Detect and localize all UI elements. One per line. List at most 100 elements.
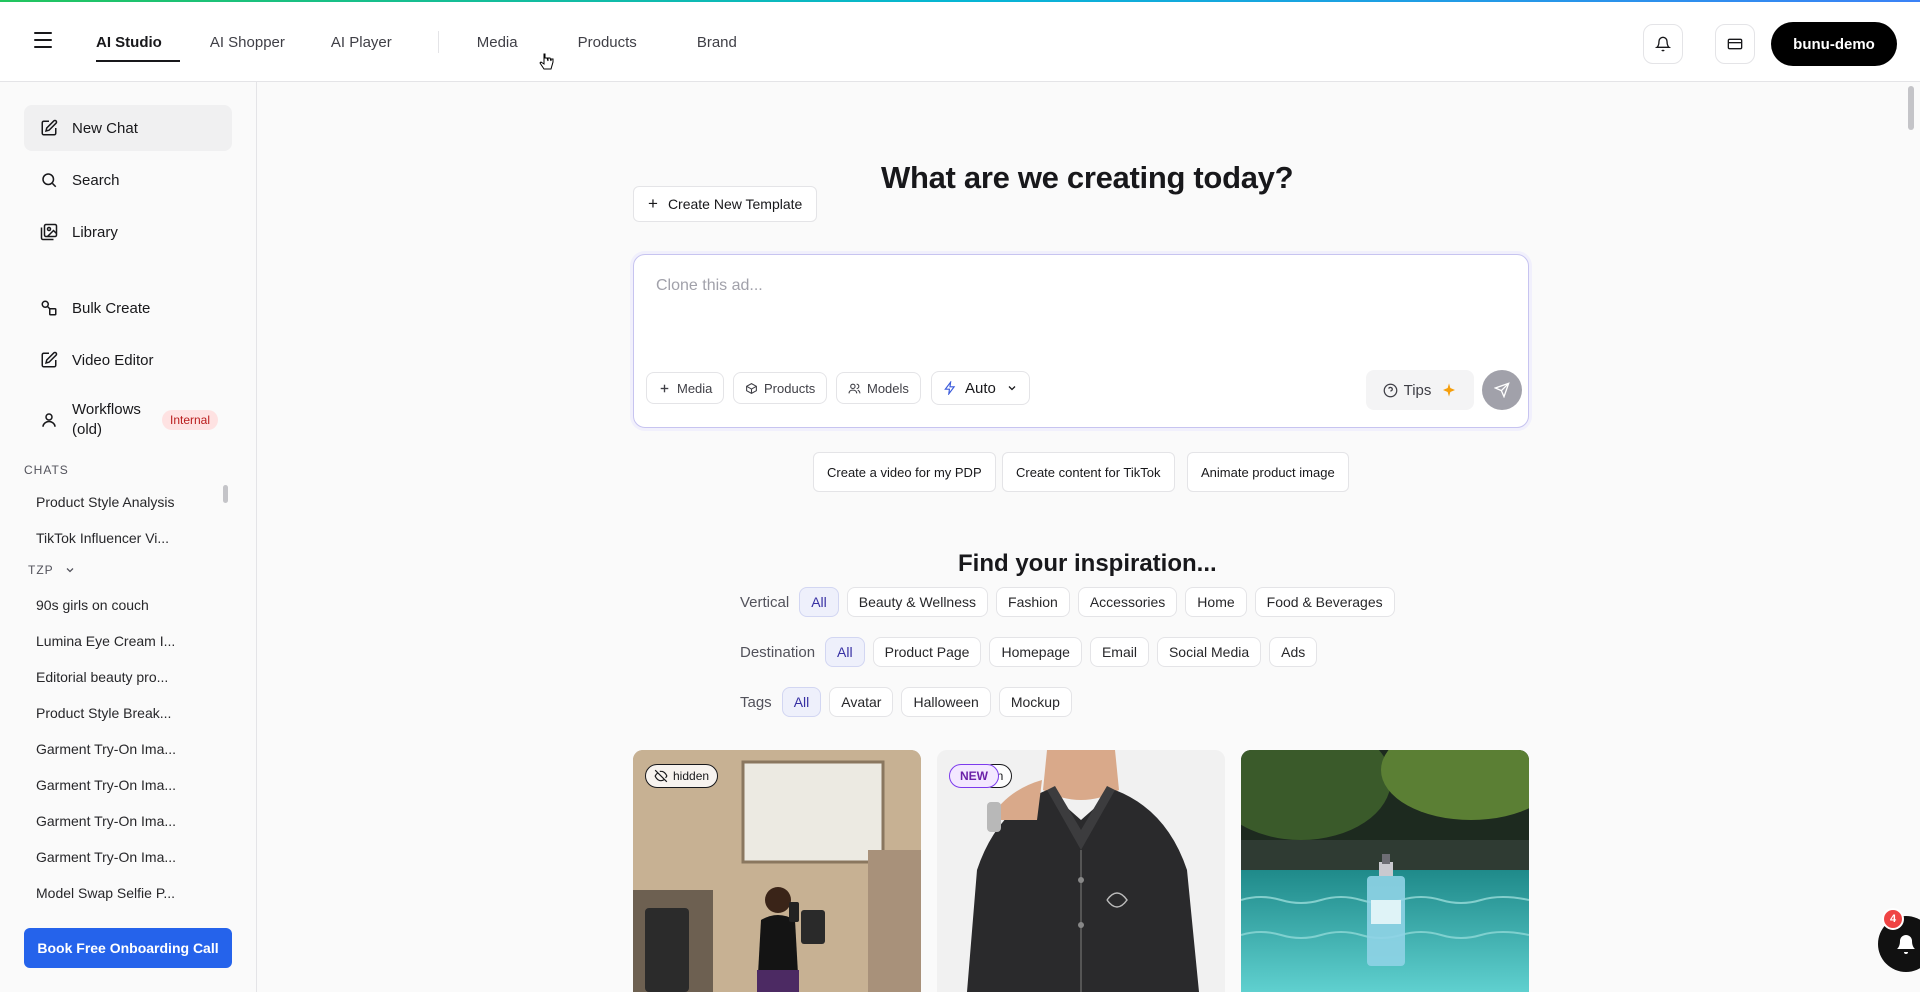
vertical-filter-fashion[interactable]: Fashion — [996, 587, 1070, 617]
send-icon — [1494, 382, 1510, 398]
mode-select[interactable]: Auto — [931, 371, 1030, 405]
tags-filter-avatar[interactable]: Avatar — [829, 687, 894, 717]
sidebar-scrollbar[interactable] — [223, 485, 228, 503]
destination-filter-ads[interactable]: Ads — [1269, 637, 1318, 667]
sparkle-icon — [1443, 383, 1456, 397]
sidebar-item-bulk-create[interactable]: Bulk Create — [24, 285, 232, 331]
group-toggle-tzp[interactable]: TZP — [28, 563, 76, 577]
sidebar-item-workflows[interactable]: Workflows (old) Internal — [24, 393, 232, 447]
mode-label: Auto — [965, 379, 996, 397]
sidebar-item-new-chat[interactable]: New Chat — [24, 105, 232, 151]
destination-filter-email[interactable]: Email — [1089, 637, 1149, 667]
chat-item[interactable]: Garment Try-On Ima... — [36, 849, 186, 865]
tips-button[interactable]: Tips — [1366, 370, 1474, 410]
nav-tab-ai-player[interactable]: AI Player — [313, 2, 410, 82]
inspiration-card[interactable]: en NEW — [937, 750, 1225, 992]
chevron-down-icon — [66, 568, 74, 573]
mouse-cursor-icon — [539, 53, 554, 70]
chat-item[interactable]: Editorial beauty pro... — [36, 669, 186, 685]
sidebar: New Chat Search Library Bulk Create Vide… — [0, 82, 257, 992]
credit-card-icon — [1727, 38, 1743, 50]
tags-filter-halloween[interactable]: Halloween — [901, 687, 991, 717]
add-media-chip[interactable]: Media — [646, 372, 725, 404]
filter-label: Destination — [740, 643, 816, 661]
create-template-label: Create New Template — [667, 196, 803, 212]
page-scrollbar[interactable] — [1908, 86, 1914, 130]
sidebar-item-video-editor[interactable]: Video Editor — [24, 337, 232, 383]
vertical-filter-home[interactable]: Home — [1185, 587, 1247, 617]
add-products-chip[interactable]: Products — [733, 372, 828, 404]
destination-filter-social-media[interactable]: Social Media — [1156, 637, 1262, 667]
inspiration-card[interactable]: hidden — [633, 750, 921, 992]
chat-item[interactable]: Garment Try-On Ima... — [36, 813, 186, 829]
bell-icon — [1897, 935, 1915, 954]
book-onboarding-call-button[interactable]: Book Free Onboarding Call — [24, 928, 232, 968]
vertical-filter-all[interactable]: All — [799, 587, 839, 617]
chat-item[interactable]: Model Swap Selfie P... — [36, 885, 186, 901]
sidebar-item-label: Workflows (old) — [72, 401, 141, 438]
user-menu-button[interactable]: bunu-demo — [1771, 22, 1897, 66]
vertical-filter-food[interactable]: Food & Beverages — [1254, 587, 1395, 617]
send-button[interactable] — [1482, 370, 1522, 410]
nav-tab-ai-studio[interactable]: AI Studio — [78, 2, 180, 82]
add-models-chip[interactable]: Models — [836, 372, 921, 404]
package-icon — [746, 382, 757, 394]
chat-item[interactable]: Product Style Break... — [36, 705, 186, 721]
user-icon — [42, 413, 56, 427]
chat-item[interactable]: Product Style Analysis — [36, 494, 186, 510]
main-content: + Create New Template What are we creati… — [258, 82, 1920, 992]
hidden-tag: hidden — [645, 764, 719, 788]
prompt-input[interactable] — [656, 277, 1496, 337]
inspiration-card[interactable] — [1241, 750, 1529, 992]
vertical-filter-beauty[interactable]: Beauty & Wellness — [846, 587, 989, 617]
nav-link-brand[interactable]: Brand — [679, 2, 755, 82]
support-notification-badge: 4 — [1882, 908, 1904, 930]
filter-label: Tags — [740, 693, 772, 711]
notifications-button[interactable] — [1643, 24, 1683, 64]
chat-item[interactable]: Garment Try-On Ima... — [36, 777, 186, 793]
destination-filter-row: Destination All Product Page Homepage Em… — [740, 637, 1325, 667]
sidebar-item-search[interactable]: Search — [24, 157, 232, 203]
destination-filter-product-page[interactable]: Product Page — [872, 637, 982, 667]
card-image-perfume-water — [1241, 750, 1529, 992]
main-nav: AI Studio AI Shopper AI Player Media Pro… — [78, 2, 755, 82]
chevron-down-icon — [1008, 386, 1016, 391]
suggestion-animate-image[interactable]: Animate product image — [1187, 452, 1349, 492]
internal-badge: Internal — [162, 410, 219, 430]
chat-item[interactable]: Garment Try-On Ima... — [36, 741, 186, 757]
filter-label: Vertical — [740, 593, 790, 611]
menu-icon[interactable] — [34, 32, 52, 48]
suggestion-pdp-video[interactable]: Create a video for my PDP — [813, 452, 996, 492]
tags-filter-all[interactable]: All — [781, 687, 822, 717]
chat-item[interactable]: Lumina Eye Cream I... — [36, 633, 186, 649]
destination-filter-homepage[interactable]: Homepage — [989, 637, 1082, 667]
chip-label: Media — [677, 380, 713, 396]
billing-button[interactable] — [1715, 24, 1755, 64]
search-icon — [42, 173, 57, 188]
nav-divider — [437, 31, 439, 53]
shapes-icon — [41, 300, 57, 316]
destination-filter-all[interactable]: All — [825, 637, 865, 667]
sidebar-item-label: Video Editor — [72, 351, 154, 369]
chat-item[interactable]: 90s girls on couch — [36, 597, 186, 613]
tags-filter-row: Tags All Avatar Halloween Mockup — [740, 687, 1080, 717]
plus-icon — [660, 384, 669, 392]
create-new-template-button[interactable]: + Create New Template — [633, 186, 818, 222]
chip-label: Models — [867, 380, 909, 396]
sidebar-item-label: Library — [72, 223, 118, 241]
prompt-composer: Media Products Models Auto Tips — [633, 254, 1529, 428]
vertical-filter-row: Vertical All Beauty & Wellness Fashion A… — [740, 587, 1403, 617]
vertical-filter-accessories[interactable]: Accessories — [1077, 587, 1178, 617]
eye-off-icon — [654, 769, 668, 783]
sidebar-item-library[interactable]: Library — [24, 209, 232, 255]
sidebar-item-label: Search — [72, 171, 120, 189]
nav-tab-ai-shopper[interactable]: AI Shopper — [192, 2, 303, 82]
users-icon — [848, 383, 861, 393]
chat-item[interactable]: TikTok Influencer Vi... — [36, 530, 186, 546]
hidden-tag-label: hidden — [673, 769, 710, 783]
tags-filter-mockup[interactable]: Mockup — [998, 687, 1072, 717]
lightning-icon — [944, 381, 956, 395]
nav-link-products[interactable]: Products — [560, 2, 655, 82]
nav-link-media[interactable]: Media — [459, 2, 536, 82]
suggestion-tiktok-content[interactable]: Create content for TikTok — [1002, 452, 1175, 492]
